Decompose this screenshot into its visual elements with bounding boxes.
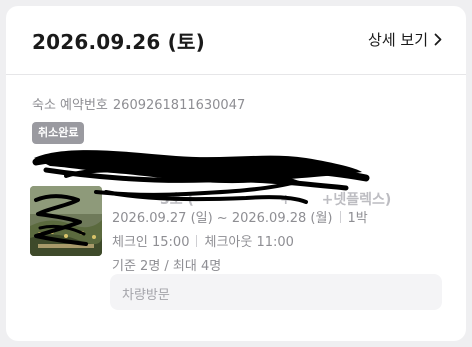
room-name-partial: 3호 ( (160, 192, 194, 208)
room-thumbnail[interactable] (30, 186, 102, 256)
room-name-suffix: +넷플렉스) (321, 192, 392, 208)
card-header: 2026.09.26 (토) 상세 보기 (6, 6, 466, 75)
room-photo-image (30, 186, 102, 256)
checkin-time: 체크인 15:00 (112, 235, 190, 250)
reservation-card: 2026.09.26 (토) 상세 보기 숙소 예약번호 260926181163… (6, 6, 466, 341)
chevron-right-icon (434, 33, 442, 46)
checkin-checkout-row: 체크인 15:00 체크아웃 11:00 (112, 231, 294, 250)
divider (196, 235, 198, 247)
stay-dates: 2026.09.27 (일) ~ 2026.09.28 (월) (112, 211, 333, 226)
divider (339, 211, 341, 223)
view-details-label: 상세 보기 (368, 31, 428, 49)
nights-count: 1박 (347, 211, 368, 226)
vehicle-visit-label: 차량방문 (122, 288, 170, 303)
stay-dates-row: 2026.09.27 (일) ~ 2026.09.28 (월) 1박 (112, 207, 368, 226)
status-badge: 취소완료 (32, 122, 85, 144)
booking-number-value: 2609261811630047 (112, 98, 246, 113)
reservation-date-title: 2026.09.26 (토) (32, 30, 205, 54)
room-name-partial2: + (279, 192, 292, 208)
view-details-link[interactable]: 상세 보기 (368, 29, 442, 50)
booking-number-label: 숙소 예약번호 (32, 98, 108, 113)
room-name: 3호 ( + +넷플렉스) (116, 189, 391, 209)
guests-row: 기준 2명 / 최대 4명 (112, 259, 222, 274)
vehicle-visit-field[interactable]: 차량방문 (110, 274, 442, 310)
booking-number-row: 숙소 예약번호 2609261811630047 (32, 94, 245, 113)
checkout-time: 체크아웃 11:00 (204, 235, 294, 250)
